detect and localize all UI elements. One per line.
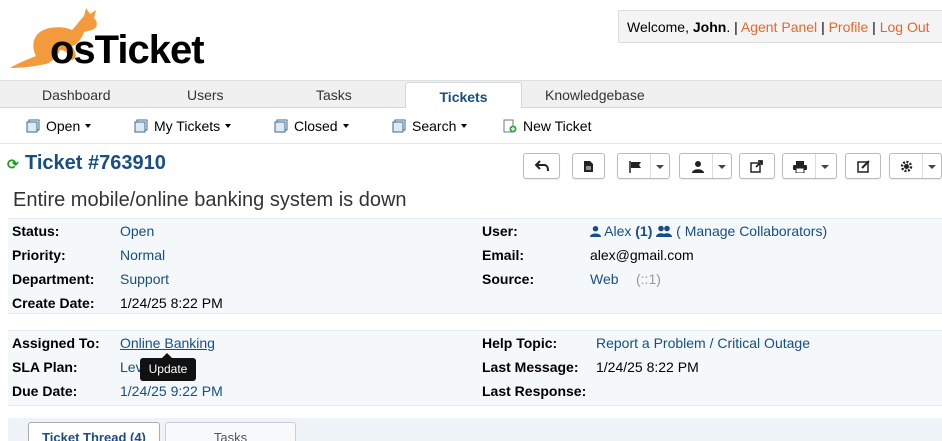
tab-tasks[interactable]: Tasks [316, 87, 352, 103]
assigned-to-value[interactable]: Online Banking [120, 335, 215, 351]
due-date-label: Due Date: [12, 383, 78, 399]
tab-tasks[interactable]: Tasks [165, 422, 296, 441]
user-count: (1) [635, 223, 653, 239]
print-icon [793, 161, 807, 173]
tickets-icon [26, 119, 40, 133]
assigned-to-label: Assigned To: [12, 335, 100, 351]
closed-tickets-menu[interactable]: Closed [274, 118, 349, 134]
chevron-down-icon[interactable] [656, 165, 664, 169]
split-divider [650, 154, 651, 178]
create-date-value: 1/24/25 8:22 PM [120, 295, 223, 311]
tab-knowledgebase[interactable]: Knowledgebase [545, 87, 645, 103]
edit-icon [856, 159, 870, 173]
agent-panel-link[interactable]: Agent Panel [741, 19, 817, 35]
split-divider [712, 154, 713, 178]
share-icon [750, 159, 763, 173]
osticket-logo[interactable]: osTicket [6, 4, 216, 72]
flag-icon [629, 161, 641, 173]
status-label: Status: [12, 223, 60, 239]
edit-button[interactable] [845, 153, 881, 179]
help-topic-label: Help Topic: [482, 335, 558, 351]
split-divider [922, 154, 923, 178]
user-field: Alex (1) ( Manage Collaborators) [590, 223, 827, 239]
user-icon [590, 225, 601, 237]
reply-icon [534, 160, 549, 172]
tickets-icon [134, 119, 148, 133]
sla-plan-label: SLA Plan: [12, 359, 78, 375]
user-label: User: [482, 223, 518, 239]
source-label: Source: [482, 271, 535, 287]
chevron-down-icon[interactable] [821, 165, 829, 169]
separator: | [872, 19, 880, 35]
due-date-value[interactable]: 1/24/25 9:22 PM [120, 383, 223, 399]
search-menu[interactable]: Search [392, 118, 468, 134]
transfer-button[interactable] [739, 153, 775, 179]
tickets-icon [274, 119, 288, 133]
my-tickets-label: My Tickets [154, 118, 221, 134]
settings-button[interactable] [889, 153, 942, 179]
last-message-label: Last Message: [482, 359, 579, 375]
main-nav: Dashboard Users Tasks Tickets Knowledgeb… [0, 80, 942, 110]
flag-button[interactable] [617, 153, 670, 179]
chevron-down-icon [342, 124, 349, 128]
sub-nav: Open My Tickets Closed Search New Ticket [0, 108, 942, 144]
open-label: Open [46, 118, 81, 134]
welcome-bar: Welcome, John. | Agent Panel | Profile |… [618, 10, 942, 43]
last-response-label: Last Response: [482, 383, 587, 399]
email-label: Email: [482, 247, 525, 263]
update-tooltip: Update [140, 353, 196, 381]
separator: | [734, 19, 741, 35]
welcome-username: John [692, 19, 727, 35]
refresh-icon[interactable]: ⟳ [7, 156, 19, 173]
closed-label: Closed [294, 118, 338, 134]
source-value[interactable]: Web [590, 271, 619, 287]
create-date-label: Create Date: [12, 295, 95, 311]
separator: | [821, 19, 829, 35]
ticket-title[interactable]: Ticket #763910 [25, 152, 166, 175]
new-ticket-label: New Ticket [523, 118, 592, 134]
email-value: alex@gmail.com [590, 247, 694, 263]
chevron-down-icon [225, 124, 232, 128]
source-ip: (::1) [636, 271, 661, 287]
reply-button[interactable] [523, 153, 560, 179]
priority-label: Priority: [12, 247, 66, 263]
welcome-prefix: Welcome, [627, 19, 693, 35]
tickets-icon [392, 119, 406, 133]
search-label: Search [412, 118, 457, 134]
print-button[interactable] [782, 153, 837, 179]
department-label: Department: [12, 271, 95, 287]
tab-tickets[interactable]: Tickets [405, 82, 522, 110]
priority-value[interactable]: Normal [120, 247, 165, 263]
last-message-value: 1/24/25 8:22 PM [596, 359, 699, 375]
ticket-subject: Entire mobile/online banking system is d… [13, 189, 407, 211]
manage-collaborators-link[interactable]: ( Manage Collaborators) [676, 223, 827, 239]
gear-icon [900, 160, 913, 173]
user-name-link[interactable]: Alex [604, 223, 631, 239]
status-value[interactable]: Open [120, 223, 154, 239]
my-tickets-menu[interactable]: My Tickets [134, 118, 232, 134]
assign-button[interactable] [679, 153, 732, 179]
header: osTicket Welcome, John. | Agent Panel | … [0, 0, 942, 80]
tab-users[interactable]: Users [187, 87, 224, 103]
print-pdf-button[interactable] [572, 153, 605, 179]
welcome-suffix: . [726, 19, 731, 35]
open-tickets-menu[interactable]: Open [26, 118, 92, 134]
split-divider [815, 154, 816, 178]
logout-link[interactable]: Log Out [880, 19, 930, 35]
tab-dashboard[interactable]: Dashboard [42, 87, 111, 103]
logo-text: osTicket [50, 28, 205, 72]
collaborators-icon [656, 225, 673, 237]
new-ticket-icon [503, 119, 517, 133]
print-pdf-icon [584, 160, 593, 172]
chevron-down-icon[interactable] [928, 165, 936, 169]
new-ticket-button[interactable]: New Ticket [503, 118, 591, 134]
profile-link[interactable]: Profile [829, 19, 869, 35]
chevron-down-icon [85, 124, 92, 128]
department-value[interactable]: Support [120, 271, 169, 287]
chevron-down-icon [461, 124, 468, 128]
user-icon [692, 161, 704, 173]
tab-ticket-thread[interactable]: Ticket Thread (4) [28, 422, 160, 441]
help-topic-value[interactable]: Report a Problem / Critical Outage [596, 335, 810, 351]
chevron-down-icon[interactable] [718, 165, 726, 169]
